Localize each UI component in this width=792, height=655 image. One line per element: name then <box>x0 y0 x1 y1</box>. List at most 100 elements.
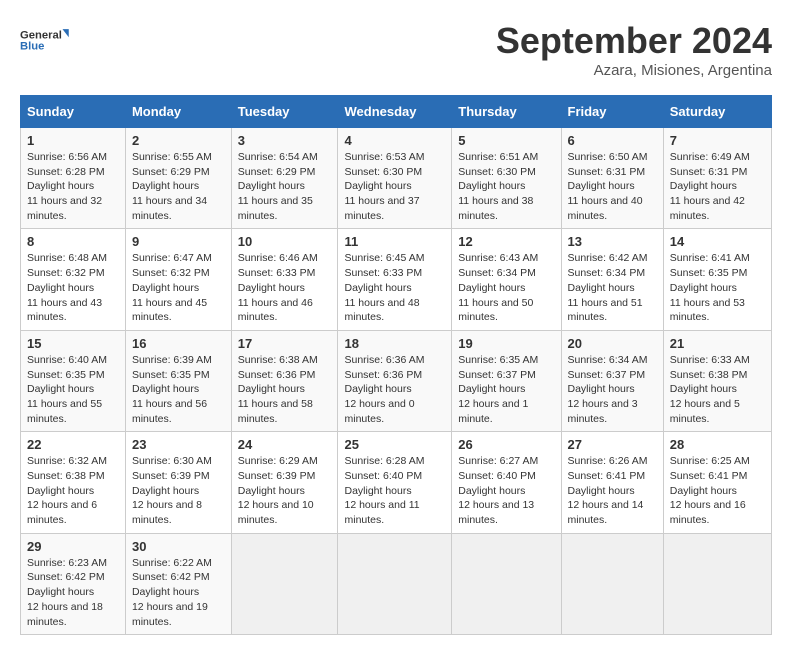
day-info: Sunrise: 6:55 AMSunset: 6:29 PMDaylight … <box>132 150 225 223</box>
day-number: 17 <box>238 336 332 351</box>
calendar-cell: 24Sunrise: 6:29 AMSunset: 6:39 PMDayligh… <box>231 432 338 533</box>
day-info: Sunrise: 6:48 AMSunset: 6:32 PMDaylight … <box>27 251 119 324</box>
calendar-cell: 6 Sunrise: 6:50 AMSunset: 6:31 PMDaylight… <box>561 128 663 229</box>
day-info: Sunrise: 6:51 AMSunset: 6:30 PMDaylight … <box>458 150 554 223</box>
calendar-cell: 25 Sunrise: 6:28 AMSunset: 6:40 PMDayligh… <box>338 432 452 533</box>
day-number: 5 <box>458 133 554 148</box>
header-day-sunday: Sunday <box>21 96 126 128</box>
day-info: Sunrise: 6:32 AMSunset: 6:38 PMDaylight … <box>27 454 119 527</box>
calendar-cell: 2 Sunrise: 6:55 AMSunset: 6:29 PMDaylight… <box>125 128 231 229</box>
calendar-cell: 13 Sunrise: 6:42 AMSunset: 6:34 PMDayligh… <box>561 229 663 330</box>
calendar-table: SundayMondayTuesdayWednesdayThursdayFrid… <box>20 95 772 635</box>
day-number: 23 <box>132 437 225 452</box>
day-number: 29 <box>27 539 119 554</box>
month-title: September 2024 <box>496 20 772 62</box>
calendar-cell: 28Sunrise: 6:25 AMSunset: 6:41 PMDayligh… <box>663 432 771 533</box>
day-number: 27 <box>568 437 657 452</box>
header-day-thursday: Thursday <box>452 96 561 128</box>
calendar-cell: 16Sunrise: 6:39 AMSunset: 6:35 PMDayligh… <box>125 330 231 431</box>
logo: General Blue <box>20 20 70 60</box>
calendar-cell: 7 Sunrise: 6:49 AMSunset: 6:31 PMDaylight… <box>663 128 771 229</box>
day-number: 3 <box>238 133 332 148</box>
day-number: 26 <box>458 437 554 452</box>
calendar-cell <box>231 533 338 634</box>
calendar-cell <box>338 533 452 634</box>
day-number: 25 <box>344 437 445 452</box>
calendar-cell: 8Sunrise: 6:48 AMSunset: 6:32 PMDaylight… <box>21 229 126 330</box>
calendar-cell: 17 Sunrise: 6:38 AMSunset: 6:36 PMDayligh… <box>231 330 338 431</box>
header-day-friday: Friday <box>561 96 663 128</box>
day-info: Sunrise: 6:47 AMSunset: 6:32 PMDaylight … <box>132 251 225 324</box>
day-number: 6 <box>568 133 657 148</box>
day-info: Sunrise: 6:22 AMSunset: 6:42 PMDaylight … <box>132 556 225 629</box>
day-number: 13 <box>568 234 657 249</box>
header: General Blue September 2024 Azara, Misio… <box>20 20 772 79</box>
calendar-cell <box>663 533 771 634</box>
day-number: 18 <box>344 336 445 351</box>
day-info: Sunrise: 6:30 AMSunset: 6:39 PMDaylight … <box>132 454 225 527</box>
week-row-3: 8Sunrise: 6:48 AMSunset: 6:32 PMDaylight… <box>21 229 772 330</box>
day-number: 15 <box>27 336 119 351</box>
day-info: Sunrise: 6:46 AMSunset: 6:33 PMDaylight … <box>238 251 332 324</box>
calendar-cell: 5 Sunrise: 6:51 AMSunset: 6:30 PMDaylight… <box>452 128 561 229</box>
calendar-cell <box>561 533 663 634</box>
day-number: 10 <box>238 234 332 249</box>
calendar-cell: 22Sunrise: 6:32 AMSunset: 6:38 PMDayligh… <box>21 432 126 533</box>
calendar-cell: 27Sunrise: 6:26 AMSunset: 6:41 PMDayligh… <box>561 432 663 533</box>
calendar-cell: 30 Sunrise: 6:22 AMSunset: 6:42 PMDayligh… <box>125 533 231 634</box>
day-number: 9 <box>132 234 225 249</box>
day-number: 19 <box>458 336 554 351</box>
calendar-cell: 12Sunrise: 6:43 AMSunset: 6:34 PMDayligh… <box>452 229 561 330</box>
calendar-cell: 20Sunrise: 6:34 AMSunset: 6:37 PMDayligh… <box>561 330 663 431</box>
day-number: 1 <box>27 133 119 148</box>
week-row-6: 29 Sunrise: 6:23 AMSunset: 6:42 PMDayligh… <box>21 533 772 634</box>
day-number: 11 <box>344 234 445 249</box>
calendar-cell <box>452 533 561 634</box>
week-row-4: 15 Sunrise: 6:40 AMSunset: 6:35 PMDayligh… <box>21 330 772 431</box>
day-info: Sunrise: 6:23 AMSunset: 6:42 PMDaylight … <box>27 556 119 629</box>
calendar-cell: 29 Sunrise: 6:23 AMSunset: 6:42 PMDayligh… <box>21 533 126 634</box>
day-info: Sunrise: 6:27 AMSunset: 6:40 PMDaylight … <box>458 454 554 527</box>
day-info: Sunrise: 6:45 AMSunset: 6:33 PMDaylight … <box>344 251 445 324</box>
title-area: September 2024 Azara, Misiones, Argentin… <box>496 20 772 79</box>
day-info: Sunrise: 6:49 AMSunset: 6:31 PMDaylight … <box>670 150 765 223</box>
header-day-tuesday: Tuesday <box>231 96 338 128</box>
day-info: Sunrise: 6:50 AMSunset: 6:31 PMDaylight … <box>568 150 657 223</box>
header-day-monday: Monday <box>125 96 231 128</box>
day-info: Sunrise: 6:40 AMSunset: 6:35 PMDaylight … <box>27 353 119 426</box>
calendar-cell: 9 Sunrise: 6:47 AMSunset: 6:32 PMDaylight… <box>125 229 231 330</box>
day-info: Sunrise: 6:29 AMSunset: 6:39 PMDaylight … <box>238 454 332 527</box>
calendar-cell: 14Sunrise: 6:41 AMSunset: 6:35 PMDayligh… <box>663 229 771 330</box>
day-info: Sunrise: 6:43 AMSunset: 6:34 PMDaylight … <box>458 251 554 324</box>
days-header-row: SundayMondayTuesdayWednesdayThursdayFrid… <box>21 96 772 128</box>
svg-text:General: General <box>20 29 62 41</box>
day-number: 2 <box>132 133 225 148</box>
day-info: Sunrise: 6:42 AMSunset: 6:34 PMDaylight … <box>568 251 657 324</box>
header-day-saturday: Saturday <box>663 96 771 128</box>
location-subtitle: Azara, Misiones, Argentina <box>496 62 772 79</box>
day-number: 14 <box>670 234 765 249</box>
day-number: 16 <box>132 336 225 351</box>
day-number: 30 <box>132 539 225 554</box>
calendar-cell: 15 Sunrise: 6:40 AMSunset: 6:35 PMDayligh… <box>21 330 126 431</box>
day-info: Sunrise: 6:34 AMSunset: 6:37 PMDaylight … <box>568 353 657 426</box>
day-info: Sunrise: 6:54 AMSunset: 6:29 PMDaylight … <box>238 150 332 223</box>
calendar-cell: 26 Sunrise: 6:27 AMSunset: 6:40 PMDayligh… <box>452 432 561 533</box>
day-info: Sunrise: 6:53 AMSunset: 6:30 PMDaylight … <box>344 150 445 223</box>
calendar-cell: 11 Sunrise: 6:45 AMSunset: 6:33 PMDayligh… <box>338 229 452 330</box>
svg-text:Blue: Blue <box>20 41 44 53</box>
day-number: 7 <box>670 133 765 148</box>
day-info: Sunrise: 6:28 AMSunset: 6:40 PMDaylight … <box>344 454 445 527</box>
day-number: 28 <box>670 437 765 452</box>
day-number: 21 <box>670 336 765 351</box>
day-info: Sunrise: 6:36 AMSunset: 6:36 PMDaylight … <box>344 353 445 426</box>
day-info: Sunrise: 6:35 AMSunset: 6:37 PMDaylight … <box>458 353 554 426</box>
day-info: Sunrise: 6:38 AMSunset: 6:36 PMDaylight … <box>238 353 332 426</box>
calendar-cell: 10 Sunrise: 6:46 AMSunset: 6:33 PMDayligh… <box>231 229 338 330</box>
week-row-5: 22Sunrise: 6:32 AMSunset: 6:38 PMDayligh… <box>21 432 772 533</box>
calendar-cell: 18 Sunrise: 6:36 AMSunset: 6:36 PMDayligh… <box>338 330 452 431</box>
calendar-cell: 1 Sunrise: 6:56 AMSunset: 6:28 PMDaylight… <box>21 128 126 229</box>
day-info: Sunrise: 6:56 AMSunset: 6:28 PMDaylight … <box>27 150 119 223</box>
header-day-wednesday: Wednesday <box>338 96 452 128</box>
calendar-cell: 21Sunrise: 6:33 AMSunset: 6:38 PMDayligh… <box>663 330 771 431</box>
